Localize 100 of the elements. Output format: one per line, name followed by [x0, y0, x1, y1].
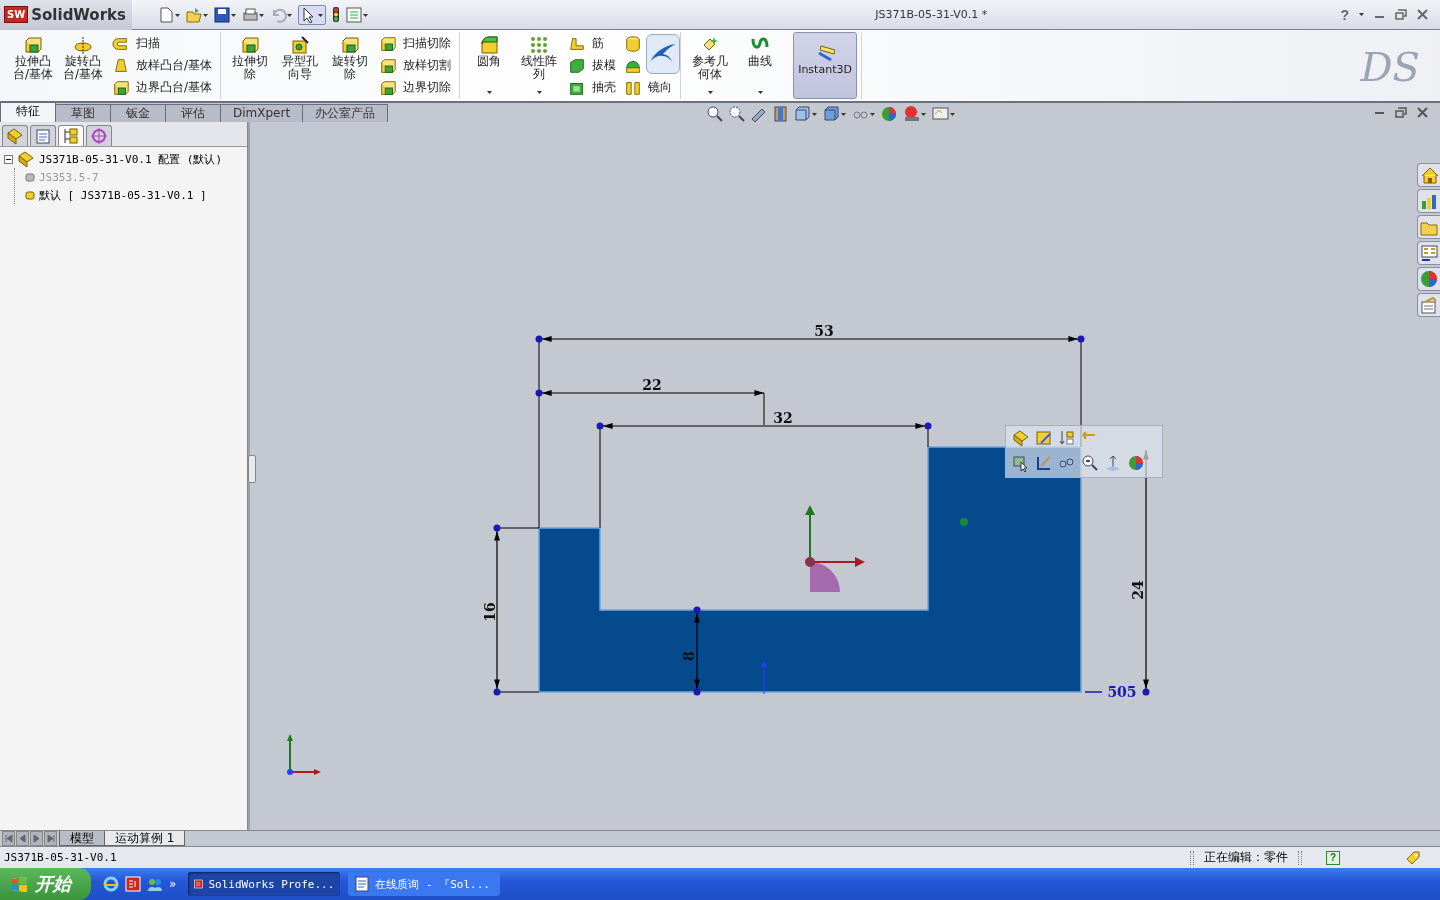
zoom-to-fit-icon[interactable] — [706, 105, 723, 122]
command-tab[interactable]: 钣金 — [110, 104, 166, 122]
cube-icon[interactable] — [823, 105, 847, 122]
ribbon-button[interactable]: 拉伸凸台/基体 — [8, 32, 58, 99]
sketch-icon[interactable] — [1035, 453, 1053, 472]
tree-item[interactable]: JS371B-05-31-V0.1 配置 (默认) — [39, 151, 223, 167]
people-icon[interactable] — [147, 876, 163, 892]
ribbon-button[interactable]: 边界凸台/基体 — [112, 77, 213, 98]
printer-icon[interactable] — [242, 6, 266, 23]
color-sphere-icon[interactable] — [881, 105, 898, 122]
tag-icon[interactable] — [1404, 849, 1420, 866]
normal-to-icon[interactable] — [1104, 453, 1122, 472]
ribbon-button[interactable] — [624, 33, 643, 54]
zoom-area-icon[interactable] — [728, 105, 745, 122]
cube-icon[interactable] — [794, 105, 818, 122]
ribbon-button[interactable]: 线性阵列 — [514, 32, 565, 99]
last-tab-icon[interactable] — [46, 834, 55, 843]
command-tab[interactable]: 评估 — [165, 104, 221, 122]
save-icon[interactable] — [214, 6, 238, 23]
taskbar-button[interactable]: SolidWorks Profe... — [188, 872, 341, 896]
sort-icon[interactable] — [1058, 429, 1076, 447]
task-pane-tab[interactable] — [1417, 241, 1440, 265]
task-pane-tab[interactable] — [1417, 163, 1440, 187]
ribbon-button[interactable]: 放样凸台/基体 — [112, 55, 213, 76]
collapse-icon[interactable] — [4, 154, 13, 164]
ribbon-button[interactable]: 扫描 — [112, 33, 160, 54]
task-pane-tab[interactable] — [1417, 267, 1440, 291]
clipboard-icon — [1420, 296, 1438, 314]
manager-tab[interactable] — [30, 125, 56, 146]
part-tree-icon — [6, 127, 24, 145]
manager-tab[interactable] — [2, 125, 28, 146]
ribbon-button[interactable]: 曲线 — [735, 32, 786, 99]
ribbon-button[interactable]: 放样切割 — [379, 55, 452, 76]
close-icon[interactable] — [1417, 107, 1428, 118]
ribbon-button[interactable]: 边界切除 — [379, 77, 452, 98]
origin-arrow-icon — [761, 661, 767, 695]
splitter-handle[interactable] — [248, 455, 256, 483]
ribbon-button[interactable]: 异型孔向导 — [275, 32, 326, 99]
ribbon-button[interactable]: 拔模 — [568, 55, 617, 76]
color-sphere-icon[interactable] — [1127, 453, 1145, 472]
bar-chart-icon — [1420, 192, 1438, 210]
options-list-icon[interactable] — [346, 6, 370, 23]
restore-icon[interactable] — [1395, 9, 1407, 20]
ribbon-button[interactable]: 参考几何体 — [685, 32, 736, 99]
previous-tab-icon[interactable] — [18, 834, 27, 843]
dimension-value[interactable]: 53 — [814, 323, 834, 339]
manager-tab[interactable] — [58, 125, 84, 146]
dimension-value[interactable]: 22 — [642, 377, 662, 393]
more-button[interactable]: » — [169, 877, 177, 891]
sketch-point — [535, 335, 543, 343]
ribbon-button[interactable]: 扫描切除 — [379, 33, 452, 54]
help-button[interactable]: ? — [1340, 6, 1349, 23]
taskbar-button[interactable]: 在线质询 - 『Sol... — [348, 872, 501, 896]
traffic-light-icon[interactable] — [330, 6, 342, 23]
caret-icon[interactable] — [1359, 13, 1364, 16]
sketch-point — [596, 422, 604, 430]
dimension-value[interactable]: 505 — [1107, 684, 1137, 700]
command-tab[interactable]: DimXpert — [220, 104, 304, 122]
restore-icon[interactable] — [1395, 107, 1407, 118]
dimension-value[interactable]: 24 — [1130, 580, 1146, 600]
zoom-icon[interactable] — [1081, 453, 1099, 472]
first-tab-icon[interactable] — [4, 834, 13, 843]
ribbon-button[interactable]: Instant3D — [793, 32, 858, 99]
dimension-value[interactable]: 16 — [482, 602, 498, 622]
ribbon-button[interactable]: 镜向 — [624, 77, 673, 98]
ribbon-button[interactable]: 拉伸切除 — [225, 32, 276, 99]
manager-tab[interactable] — [86, 125, 112, 146]
help-button[interactable]: ? — [1326, 850, 1340, 865]
command-tab[interactable]: 草图 — [55, 104, 111, 122]
select-box-icon[interactable] — [1012, 453, 1030, 472]
open-folder-icon[interactable] — [186, 6, 210, 23]
monitor-icon[interactable] — [932, 105, 956, 122]
close-icon[interactable] — [1417, 9, 1428, 20]
part-icon[interactable] — [1012, 429, 1030, 447]
view-tab[interactable]: 运动算例 1 — [104, 831, 186, 846]
edit-sketch-icon[interactable] — [1035, 429, 1053, 447]
sketch-point — [493, 688, 501, 696]
select-button[interactable] — [298, 4, 326, 25]
browser-icon[interactable] — [103, 876, 119, 892]
app-badge: SW — [4, 6, 29, 23]
ribbon-button[interactable]: 筋 — [568, 33, 605, 54]
new-document-icon[interactable] — [158, 6, 182, 23]
command-tab[interactable]: 特征 — [0, 102, 56, 122]
scene-icon[interactable] — [903, 105, 927, 122]
ribbon-button[interactable]: 圆角 — [464, 32, 515, 99]
tree-item[interactable]: 默认 [ JS371B-05-31-V0.1 ] — [39, 187, 207, 203]
task-pane-tab[interactable] — [1417, 189, 1440, 213]
section-view-icon[interactable] — [772, 105, 789, 122]
ribbon-button[interactable]: 旋转切除 — [325, 32, 376, 99]
ribbon-button[interactable]: 抽壳 — [568, 77, 617, 98]
command-tab[interactable]: 办公室产品 — [302, 104, 389, 122]
document-icon — [354, 876, 371, 892]
app-icon[interactable] — [125, 876, 141, 892]
view-tab[interactable]: 模型 — [59, 831, 105, 846]
ribbon-button[interactable]: 旋转凸台/基体 — [58, 32, 108, 99]
box-icon — [379, 34, 398, 53]
dimension-value[interactable]: 32 — [773, 410, 793, 426]
next-tab-icon[interactable] — [32, 834, 41, 843]
status-text: 正在编辑：零件 — [1204, 849, 1288, 866]
undo-icon[interactable] — [270, 6, 294, 23]
